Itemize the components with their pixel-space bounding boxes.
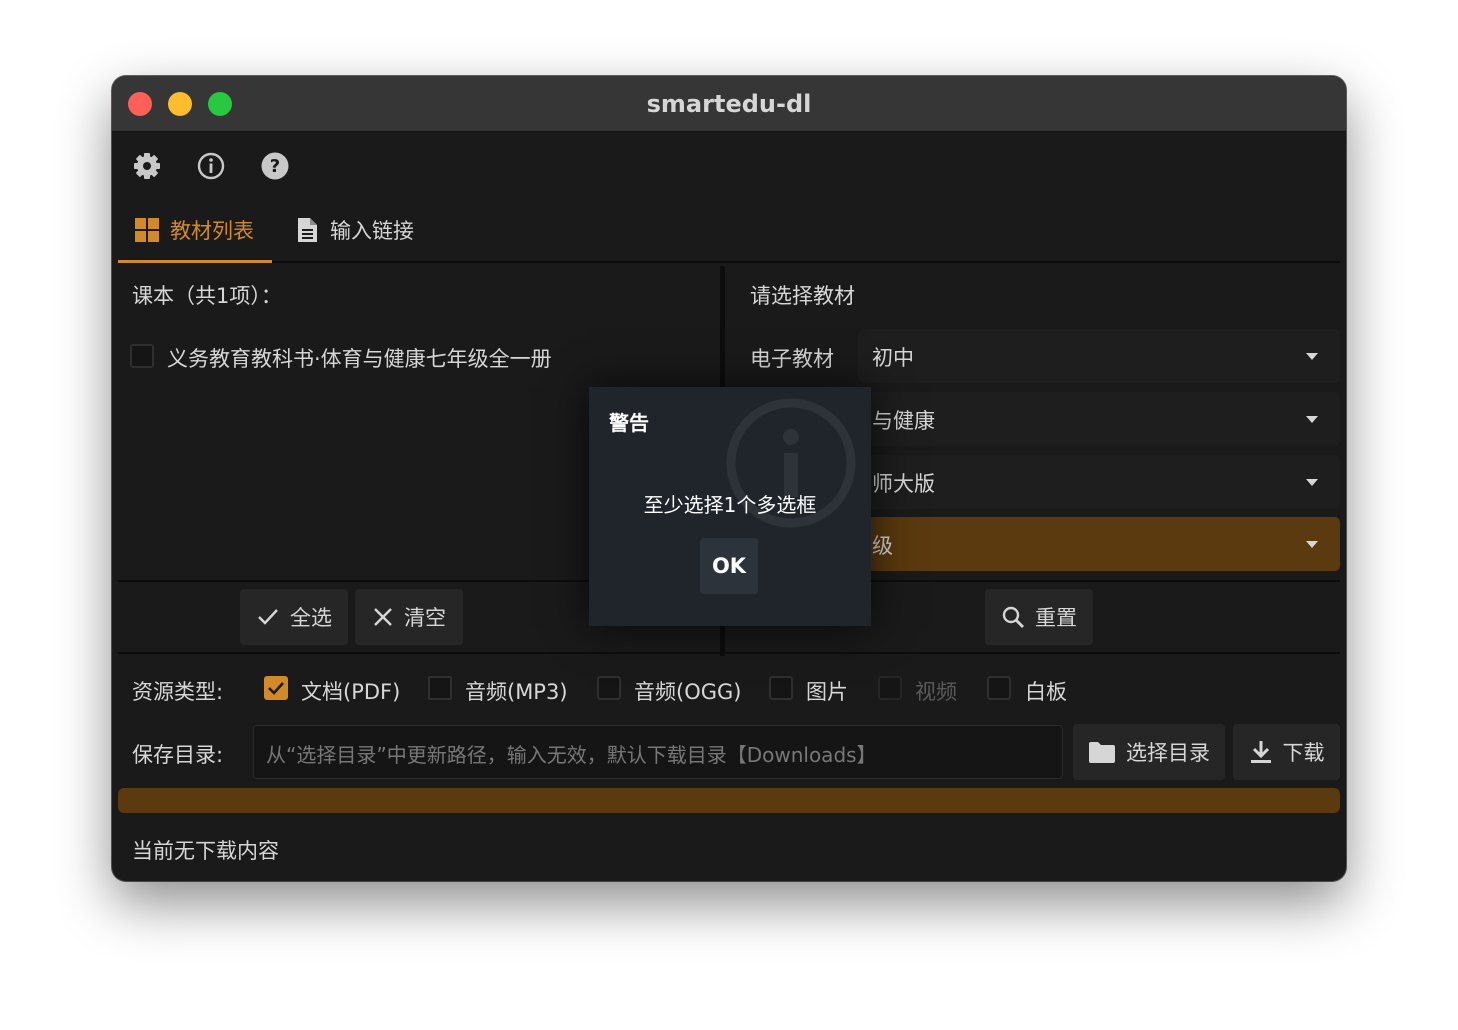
dialog-message: 至少选择1个多选框: [643, 493, 817, 517]
save-dir-label: 保存目录:: [132, 743, 224, 767]
folder-icon: [1089, 742, 1115, 763]
category-label: 电子教材: [750, 347, 834, 371]
button-label: 重置: [1035, 606, 1077, 630]
button-label: 全选: [290, 606, 332, 630]
chevron-down-icon: [1306, 541, 1318, 548]
close-icon: [374, 608, 392, 626]
select-all-button[interactable]: 全选: [240, 589, 348, 645]
whiteboard-checkbox[interactable]: [987, 676, 1011, 700]
chevron-down-icon: [1306, 479, 1318, 486]
pdf-checkbox[interactable]: [264, 676, 288, 700]
pdf-option-label[interactable]: 文档(PDF): [301, 676, 400, 706]
textbook-item-label[interactable]: 义务教育教科书·体育与健康七年级全一册: [167, 343, 552, 373]
download-icon: [1250, 741, 1271, 763]
ok-button[interactable]: OK: [700, 538, 758, 594]
download-progress-bar: [118, 788, 1340, 813]
window-title: smartedu-dl: [646, 90, 812, 118]
active-tab-indicator: [118, 260, 272, 263]
tab-label: 教材列表: [170, 219, 254, 243]
mp3-option-label[interactable]: 音频(MP3): [465, 676, 568, 706]
title-bar[interactable]: smartedu-dl: [112, 76, 1346, 132]
help-icon[interactable]: ?: [260, 151, 290, 181]
app-window: smartedu-dl ? 教材列表 输入链接 课本（共1项）： 义务教育教科书…: [112, 76, 1346, 881]
select-value: 级: [872, 534, 893, 558]
video-checkbox: [878, 676, 902, 700]
image-checkbox[interactable]: [769, 676, 793, 700]
video-option-label: 视频: [915, 680, 957, 704]
warning-dialog: 警告 至少选择1个多选框 OK: [589, 387, 871, 626]
dialog-title: 警告: [609, 411, 649, 435]
resource-type-label: 资源类型:: [132, 680, 224, 704]
clear-button[interactable]: 清空: [355, 589, 463, 645]
image-option-label[interactable]: 图片: [806, 676, 848, 706]
search-icon: [1002, 606, 1024, 628]
button-label: 清空: [404, 606, 446, 630]
info-icon[interactable]: [196, 151, 226, 181]
select-textbook-header: 请选择教材: [750, 284, 855, 308]
ogg-option-label[interactable]: 音频(OGG): [634, 676, 741, 706]
gear-icon[interactable]: [132, 151, 162, 181]
select-value: 初中: [872, 346, 914, 370]
reset-button[interactable]: 重置: [985, 589, 1093, 645]
stage-select[interactable]: 初中: [858, 329, 1340, 383]
chevron-down-icon: [1306, 416, 1318, 423]
select-value: 与健康: [872, 409, 935, 433]
section-divider: [118, 652, 1340, 654]
tab-label: 输入链接: [330, 219, 414, 243]
choose-dir-button[interactable]: 选择目录: [1073, 724, 1225, 780]
grid-icon: [135, 218, 159, 242]
document-icon: [298, 218, 317, 242]
textbook-checkbox[interactable]: [130, 344, 154, 368]
textbook-count-header: 课本（共1项）：: [132, 284, 282, 308]
tab-textbook-list[interactable]: 教材列表: [134, 212, 254, 248]
check-icon: [268, 682, 284, 695]
subject-select[interactable]: 与健康: [858, 392, 1340, 446]
select-value: 师大版: [872, 472, 935, 496]
edition-select[interactable]: 师大版: [858, 455, 1340, 509]
whiteboard-option-label[interactable]: 白板: [1025, 676, 1067, 706]
ogg-checkbox[interactable]: [597, 676, 621, 700]
button-label: 下载: [1282, 741, 1325, 765]
check-icon: [258, 609, 278, 625]
mp3-checkbox[interactable]: [428, 676, 452, 700]
chevron-down-icon: [1306, 353, 1318, 360]
tab-input-link[interactable]: 输入链接: [294, 212, 414, 248]
svg-text:?: ?: [270, 156, 280, 177]
download-status: 当前无下载内容: [132, 839, 279, 863]
download-button[interactable]: 下载: [1233, 724, 1340, 780]
grade-select[interactable]: 级: [858, 517, 1340, 571]
button-label: 选择目录: [1126, 741, 1210, 765]
tab-divider: [118, 261, 1340, 263]
save-path-input[interactable]: 从“选择目录”中更新路径，输入无效，默认下载目录【Downloads】: [253, 725, 1063, 779]
